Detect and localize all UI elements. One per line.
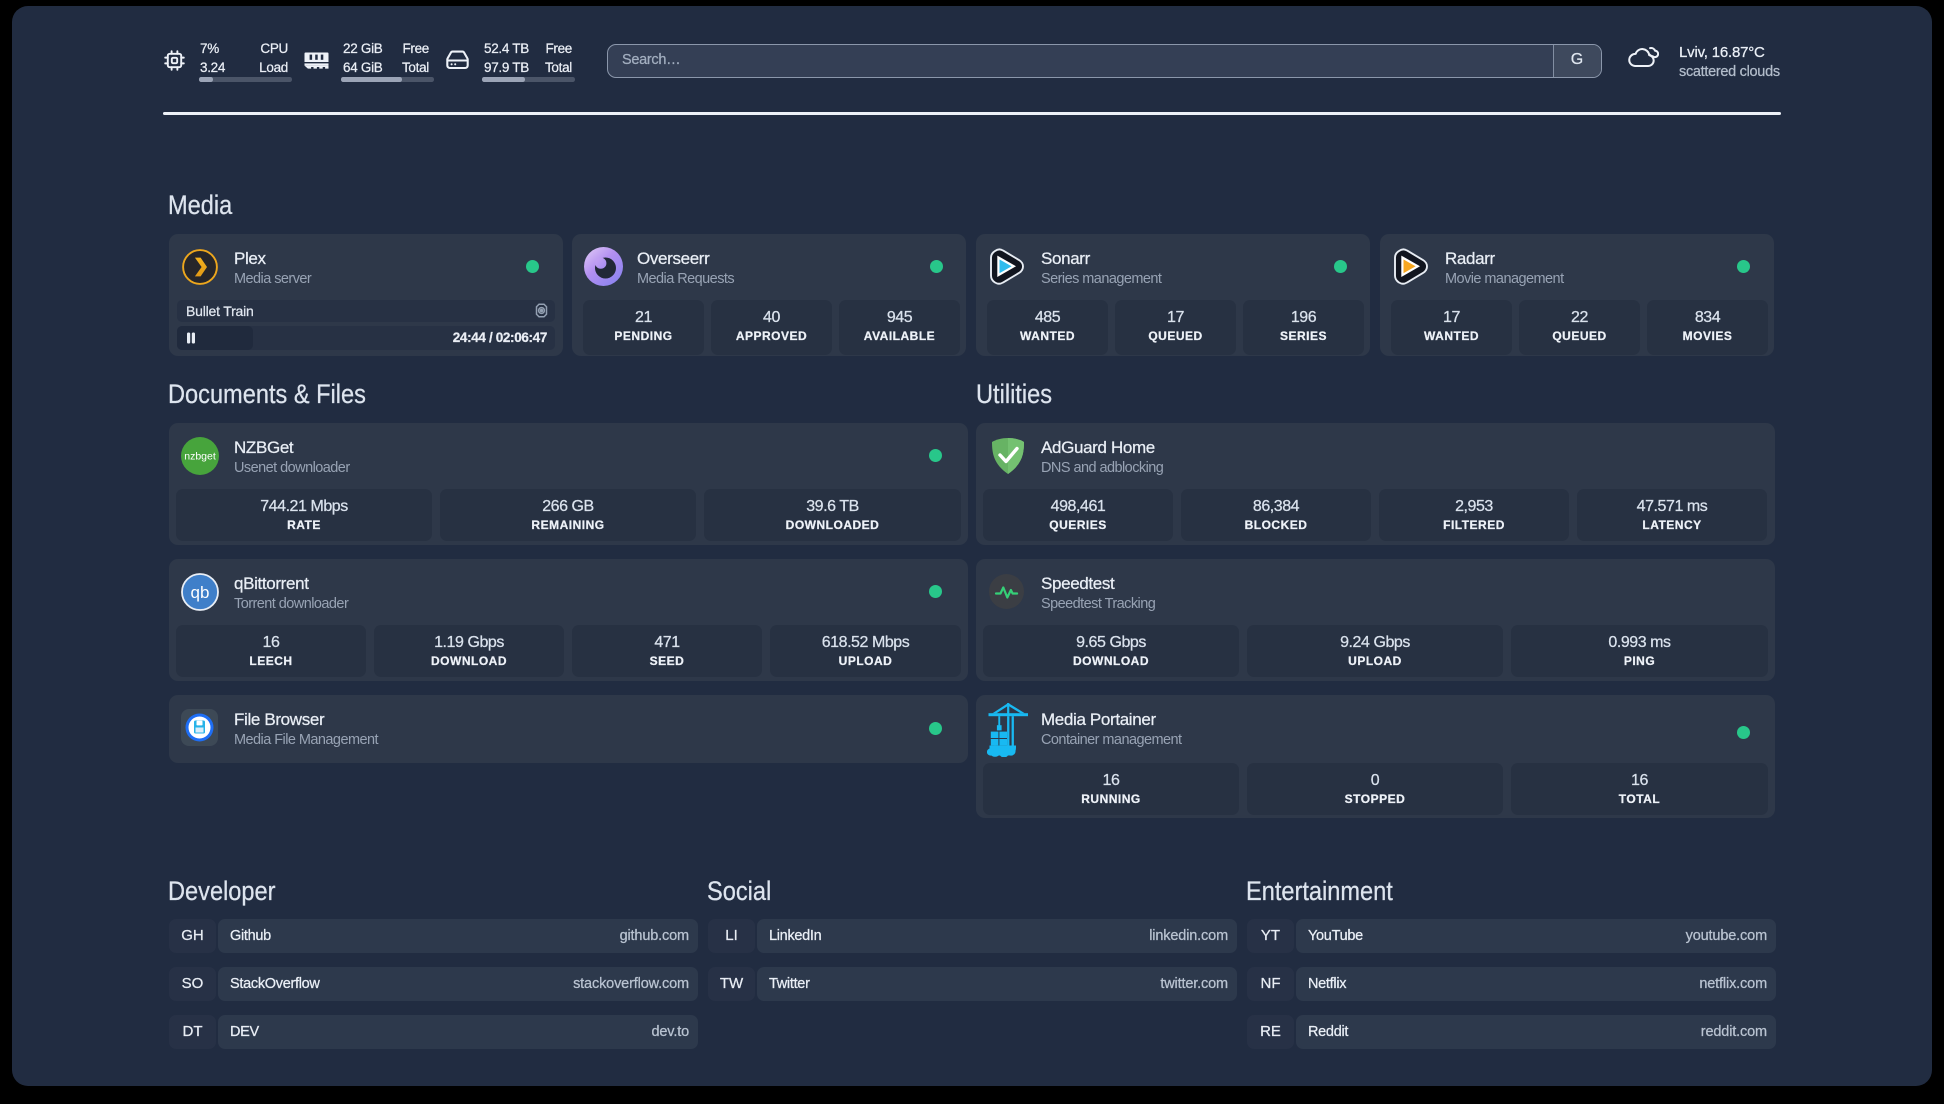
svg-text:nzbget: nzbget (184, 451, 216, 463)
svg-text:qb: qb (191, 583, 210, 602)
